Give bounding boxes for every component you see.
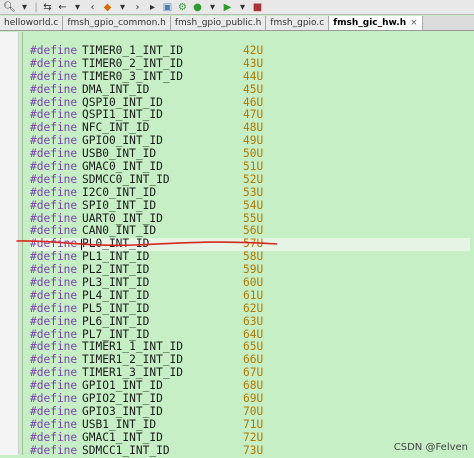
editor-gutter xyxy=(0,32,19,455)
macro-value: 62U xyxy=(243,301,264,315)
macro-name: USB1_INT_ID xyxy=(82,417,157,431)
define-keyword: #define xyxy=(30,314,78,328)
macro-value: 70U xyxy=(243,404,264,418)
define-keyword: #define xyxy=(30,44,78,57)
define-keyword: #define xyxy=(30,417,78,431)
code-line[interactable]: #define TIMER0_2_INT_ID 43U xyxy=(30,56,470,71)
forward-chevron-icon[interactable]: › xyxy=(131,1,144,14)
code-line[interactable]: #define DMA_INT_ID 45U xyxy=(30,82,470,97)
define-keyword: #define xyxy=(30,288,78,302)
macro-name: TIMER0_2_INT_ID xyxy=(82,56,184,70)
dropdown-icon[interactable]: ▾ xyxy=(71,1,84,14)
editor-tab-label: fmsh_gpio_common.h xyxy=(67,18,166,28)
macro-name: SPI0_INT_ID xyxy=(82,198,157,212)
macro-name: SDMCC0_INT_ID xyxy=(82,172,170,186)
editor-tab[interactable]: fmsh_gpio_common.h xyxy=(63,16,171,30)
macro-value: 72U xyxy=(243,430,264,444)
last-edit-location-icon[interactable]: ⇆ xyxy=(41,1,54,14)
code-editor[interactable]: #define TIMER0_1_INT_ID 42U #define TIMER0_2… xyxy=(30,44,470,458)
bookmark-shield-icon[interactable]: ◆ xyxy=(101,1,114,14)
code-line[interactable]: #define PL4_INT_ID 61U xyxy=(30,288,470,303)
code-line[interactable]: #define PL3_INT_ID 60U xyxy=(30,276,470,290)
macro-name: DMA_INT_ID xyxy=(82,82,150,96)
stop-icon[interactable]: ■ xyxy=(251,1,264,14)
run-icon[interactable]: ● xyxy=(191,1,204,14)
macro-value: 73U xyxy=(243,443,264,457)
back-icon[interactable]: ← xyxy=(56,1,69,14)
macro-value: 63U xyxy=(243,314,264,328)
define-keyword: #define xyxy=(30,430,78,444)
code-line[interactable]: #define TIMER0_1_INT_ID 42U xyxy=(30,44,470,58)
macro-name: SDMCC1_INT_ID xyxy=(82,443,170,457)
code-line[interactable]: #define SDMCC0_INT_ID 52U xyxy=(30,172,470,187)
code-line[interactable]: #define PL6_INT_ID 63U xyxy=(30,314,470,329)
macro-name: PL3_INT_ID xyxy=(82,276,150,290)
dropdown-icon[interactable]: ▾ xyxy=(116,1,129,14)
code-line[interactable]: #define GPIO2_INT_ID 69U xyxy=(30,392,470,406)
macro-value: 42U xyxy=(243,44,264,57)
macro-name: GMAC0_INT_ID xyxy=(82,160,163,174)
define-keyword: #define xyxy=(30,301,78,315)
toolbar-separator: | xyxy=(34,1,38,13)
macro-name: TIMER0_1_INT_ID xyxy=(82,44,184,57)
editor-tab[interactable]: fmsh_gpio.c xyxy=(266,16,330,30)
code-line[interactable]: #define PL5_INT_ID 62U xyxy=(30,301,470,316)
define-keyword: #define xyxy=(30,160,78,174)
watermark: CSDN @Felven xyxy=(393,442,468,453)
play-icon[interactable]: ▶ xyxy=(221,1,234,14)
define-keyword: #define xyxy=(30,69,78,83)
back-chevron-icon[interactable]: ‹ xyxy=(86,1,99,14)
code-line[interactable]: #define TIMER0_3_INT_ID 44U xyxy=(30,69,470,84)
fold-guide xyxy=(22,32,23,455)
editor-tab-bar: helloworld.c fmsh_gpio_common.h fmsh_gpio_… xyxy=(0,16,474,31)
macro-name: PL4_INT_ID xyxy=(82,288,150,302)
macro-value: 71U xyxy=(243,417,264,431)
editor-tab-label: fmsh_gpio.c xyxy=(270,18,325,28)
define-keyword: #define xyxy=(30,276,78,290)
code-line[interactable]: #define GMAC0_INT_ID 51U xyxy=(30,160,470,174)
editor-tab[interactable]: helloworld.c xyxy=(0,16,64,30)
macro-name: I2C0_INT_ID xyxy=(82,185,157,199)
editor-tab[interactable]: fmsh_gpio_public.h xyxy=(170,16,267,30)
macro-value: 43U xyxy=(243,56,264,70)
define-keyword: #define xyxy=(30,172,78,186)
define-keyword: #define xyxy=(30,185,78,199)
debug-icon[interactable]: ⚙ xyxy=(176,1,189,14)
define-keyword: #define xyxy=(30,82,78,96)
next-annotation-icon[interactable]: ▸ xyxy=(146,1,159,14)
macro-value: 52U xyxy=(243,172,264,186)
macro-name: GPIO3_INT_ID xyxy=(82,404,163,418)
editor-tab-label: fmsh_gpio_public.h xyxy=(174,18,262,28)
macro-value: 44U xyxy=(243,69,264,83)
macro-name: TIMER0_3_INT_ID xyxy=(82,69,184,83)
dropdown-icon[interactable]: ▾ xyxy=(206,1,219,14)
code-line[interactable]: #define GPIO3_INT_ID 70U xyxy=(30,404,470,419)
code-line[interactable]: #define USB1_INT_ID 71U xyxy=(30,417,470,432)
macro-value: 54U xyxy=(243,198,264,212)
macro-value: 61U xyxy=(243,288,264,302)
dropdown-icon[interactable]: ▾ xyxy=(236,1,249,14)
define-keyword: #define xyxy=(30,443,78,457)
editor-tab-label: fmsh_gic_hw.h xyxy=(333,18,407,28)
toolbar: 🔍︎ ▾ | ⇆ ← ▾ ‹ ◆ ▾ › ▸ ▣ ⚙ ● ▾ ▶ ▾ ■ xyxy=(0,0,474,15)
define-keyword: #define xyxy=(30,404,78,418)
macro-name: GMAC1_INT_ID xyxy=(82,430,163,444)
macro-value: 45U xyxy=(243,82,264,96)
macro-value: 60U xyxy=(243,276,264,290)
macro-name: PL5_INT_ID xyxy=(82,301,150,315)
macro-name: PL6_INT_ID xyxy=(82,314,150,328)
close-icon[interactable]: × xyxy=(410,18,418,28)
define-keyword: #define xyxy=(30,56,78,70)
editor-tab-label: helloworld.c xyxy=(4,18,59,28)
editor-tab[interactable]: fmsh_gic_hw.h × xyxy=(329,16,423,30)
text-cursor xyxy=(81,239,82,251)
code-line[interactable]: #define I2C0_INT_ID 53U xyxy=(30,185,470,200)
view-icon[interactable]: ▣ xyxy=(161,1,174,14)
macro-value: 53U xyxy=(243,185,264,199)
search-icon[interactable]: 🔍︎ xyxy=(3,1,16,14)
code-line[interactable]: #define SPI0_INT_ID 54U xyxy=(30,198,470,213)
macro-value: 51U xyxy=(243,160,264,174)
dropdown-icon[interactable]: ▾ xyxy=(18,1,31,14)
define-keyword: #define xyxy=(30,198,78,212)
